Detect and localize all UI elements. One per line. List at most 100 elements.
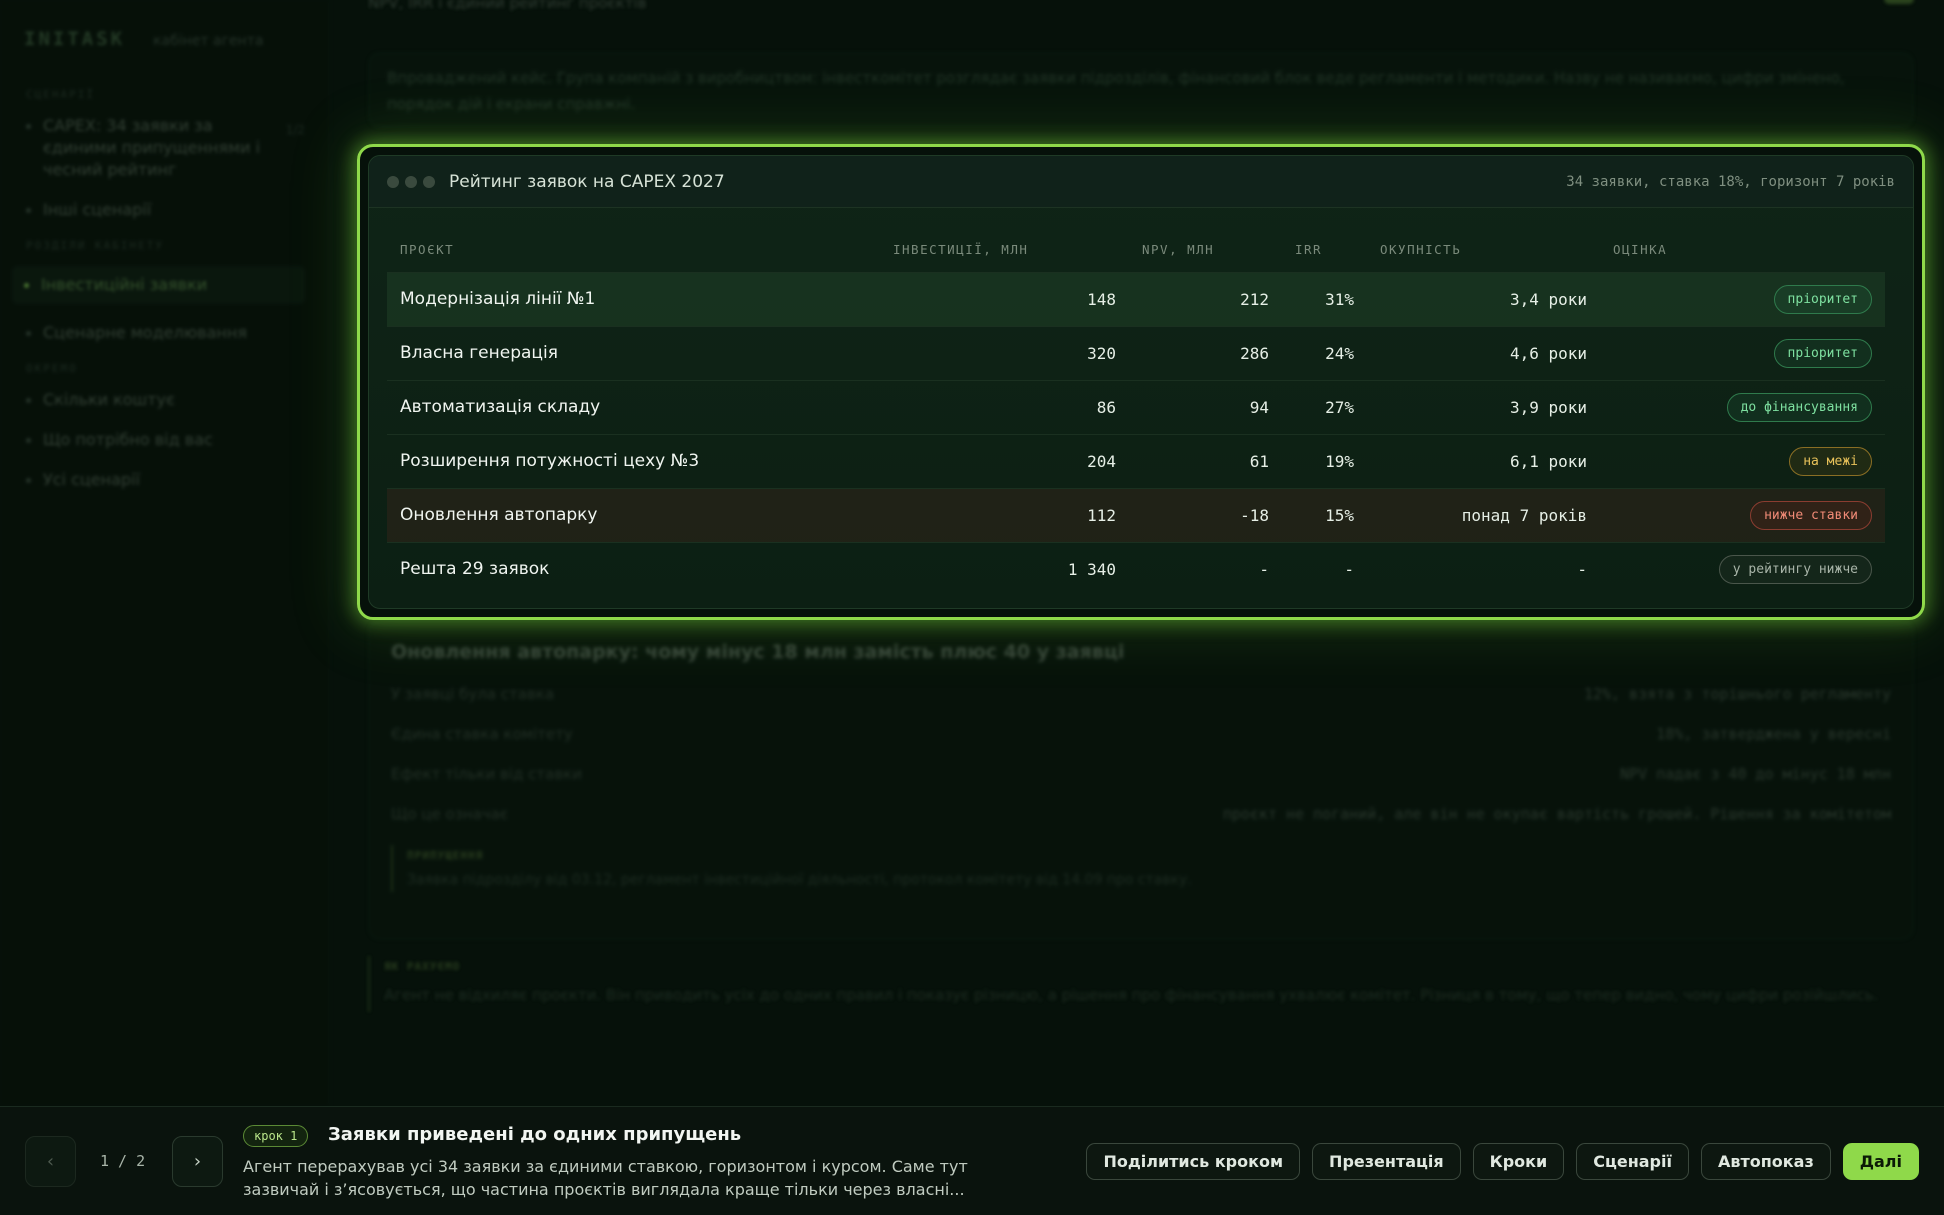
table-row[interactable]: Власна генерація 320 286 24% 4,6 роки пр… [387,325,1885,380]
rating-cell: у рейтингу нижче [1600,541,1885,596]
sidebar-item-label: Сценарне моделювання [43,323,247,342]
scenarios-button[interactable]: Сценарії [1576,1143,1689,1180]
column-header-irr[interactable]: IRR [1282,228,1367,272]
detail-value: NPV падає з 40 до мінус 18 млн [1620,765,1891,783]
project-name: Автоматизація складу [387,379,880,434]
assumptions-body: Заявка підрозділу від 03.12, регламент і… [407,872,1192,888]
step-actions: Поділитись кроком Презентація Кроки Сцен… [1086,1143,1919,1180]
npv-value: - [1129,541,1282,596]
window-dots [387,175,435,188]
step-counter: 1 / 2 [100,1152,146,1170]
investment-value: 112 [880,487,1129,542]
steps-button[interactable]: Кроки [1472,1143,1565,1180]
project-name: Розширення потужності цеху №3 [387,433,880,488]
status-badge: пріоритет [1773,338,1872,368]
payback-value: 3,9 роки [1367,379,1600,434]
method-note-title: ЯК РАХУЄМО [384,960,461,973]
sidebar-item-label: Інші сценарії [43,200,152,219]
detail-value: 12%, взята з торішнього регламенту [1583,685,1891,703]
next-step-button[interactable]: › [172,1136,223,1187]
presentation-button[interactable]: Презентація [1312,1143,1461,1180]
bullet-icon [24,283,29,288]
payback-value: 6,1 роки [1367,433,1600,488]
brand-logo[interactable]: INITASK [24,28,125,50]
status-badge: на межі [1789,446,1872,476]
sidebar-item-scenario-modeling[interactable]: Сценарне моделювання [24,322,305,344]
irr-value: 19% [1282,433,1367,488]
sidebar-item-other-scenarios[interactable]: Інші сценарії [24,199,305,221]
share-step-button[interactable]: Поділитись кроком [1086,1143,1301,1180]
table-row[interactable]: Решта 29 заявок 1 340 - - - у рейтингу н… [387,541,1885,596]
next-button[interactable]: Далі [1842,1143,1919,1180]
table-row[interactable]: Автоматизація складу 86 94 27% 3,9 роки … [387,379,1885,434]
sidebar-item-investment-requests[interactable]: Інвестиційні заявки [12,266,305,304]
section-label-cabinet: РОЗДІЛИ КАБІНЕТУ [26,239,164,252]
sidebar-item-label: CAPEX: 34 заявки за єдиними припущеннями… [43,116,261,179]
npv-value: -18 [1129,487,1282,542]
detail-title: Оновлення автопарку: чому мінус 18 млн з… [391,641,1125,663]
investment-value: 148 [880,271,1129,326]
chevron-right-icon: › [193,1151,202,1172]
brand: INITASK кабінет агента [24,28,305,50]
sidebar-item-current-scenario[interactable]: CAPEX: 34 заявки за єдиними припущеннями… [24,115,305,181]
bullet-icon [26,478,31,483]
sidebar-item-label: Усі сценарії [43,470,140,489]
prev-step-button[interactable]: ‹ [25,1136,76,1187]
bullet-icon [26,438,31,443]
sidebar-item-label: Що потрібно від вас [43,430,213,449]
sidebar-item-requirements[interactable]: Що потрібно від вас [24,429,305,451]
column-header-rating[interactable]: ОЦІНКА [1600,228,1885,272]
card-meta: 34 заявки, ставка 18%, горизонт 7 років [1566,173,1895,190]
irr-value: - [1282,541,1367,596]
assumptions-block: ПРИПУЩЕННЯ Заявка підрозділу від 03.12, … [391,845,1891,892]
sidebar-item-cost[interactable]: Скільки коштує [24,389,305,411]
irr-value: 24% [1282,325,1367,380]
detail-key: У заявці була ставка [391,685,555,703]
page-title: NPV, IRR і єдиний рейтинг проєктів [368,0,647,12]
investment-value: 86 [880,379,1129,434]
ranking-table: ПРОЄКТ ІНВЕСТИЦІЇ, МЛН NPV, МЛН IRR ОКУП… [387,228,1885,596]
detail-key: Єдина ставка комітету [391,725,573,743]
table-row[interactable]: Оновлення автопарку 112 -18 15% понад 7 … [387,487,1885,542]
detail-card: Оновлення автопарку: чому мінус 18 млн з… [368,620,1914,940]
sidebar: INITASK кабінет агента СЦЕНАРІЇ CAPEX: 3… [0,0,330,1106]
table-row[interactable]: Модернізація лінії №1 148 212 31% 3,4 ро… [387,271,1885,326]
rating-cell: пріоритет [1600,325,1885,380]
ranking-card: Рейтинг заявок на CAPEX 2027 34 заявки, … [368,155,1914,609]
investment-value: 1 340 [880,541,1129,596]
irr-value: 15% [1282,487,1367,542]
bullet-icon [26,398,31,403]
rating-cell: нижче ставки [1600,487,1885,542]
window-dot-icon [423,175,435,188]
scenario-count: 1/2 [285,123,305,137]
card-title: Рейтинг заявок на CAPEX 2027 [449,171,725,192]
section-label-scenarios: СЦЕНАРІЇ [26,88,95,101]
project-name: Модернізація лінії №1 [387,271,880,326]
table-header-row: ПРОЄКТ ІНВЕСТИЦІЇ, МЛН NPV, МЛН IRR ОКУП… [387,228,1885,272]
status-badge: у рейтингу нижче [1718,554,1872,584]
column-header-project[interactable]: ПРОЄКТ [387,228,880,272]
rating-cell: пріоритет [1600,271,1885,326]
payback-value: 4,6 роки [1367,325,1600,380]
step-bar: ‹ 1 / 2 › крок 1 Заявки приведені до одн… [0,1106,1944,1215]
payback-value: - [1367,541,1600,596]
table-row[interactable]: Розширення потужності цеху №3 204 61 19%… [387,433,1885,488]
window-dot-icon [387,175,399,188]
section-label-extra: ОКРЕМО [26,362,78,375]
detail-row: Що це означає проєкт не поганий, але він… [391,805,1891,823]
brand-subtitle: кабінет агента [153,33,264,49]
bullet-icon [26,124,31,129]
rating-cell: до фінансування [1600,379,1885,434]
irr-value: 27% [1282,379,1367,434]
step-title: Заявки приведені до одних припущень [328,1124,742,1145]
chevron-left-icon: ‹ [46,1151,55,1172]
autoplay-button[interactable]: Автопоказ [1700,1143,1831,1180]
payback-value: 3,4 роки [1367,271,1600,326]
npv-value: 94 [1129,379,1282,434]
column-header-npv[interactable]: NPV, МЛН [1129,228,1282,272]
project-name: Решта 29 заявок [387,541,880,596]
column-header-payback[interactable]: ОКУПНІСТЬ [1367,228,1600,272]
investment-value: 204 [880,433,1129,488]
sidebar-item-all-scenarios[interactable]: Усі сценарії [24,469,305,491]
column-header-investment[interactable]: ІНВЕСТИЦІЇ, МЛН [880,228,1129,272]
